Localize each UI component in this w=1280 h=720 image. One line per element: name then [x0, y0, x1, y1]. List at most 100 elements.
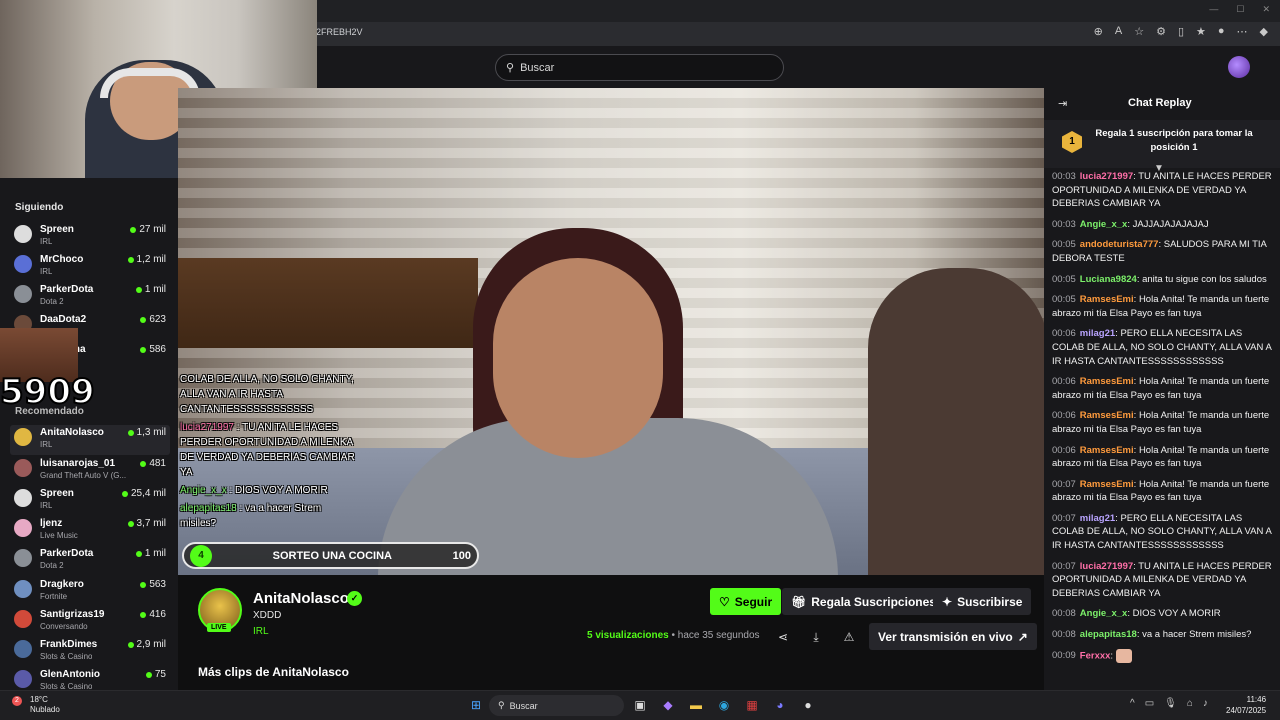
live-dot-icon: [135, 550, 142, 557]
taskbar-apps[interactable]: ▣ ◆ ▬ ◉ ▦ ◕ ●: [630, 696, 818, 714]
favorites-icon[interactable]: ★: [1196, 25, 1206, 38]
live-dot-icon: [127, 256, 134, 263]
collapse-chat-icon[interactable]: ⇥: [1058, 97, 1067, 110]
url-text[interactable]: 2FREBH2V: [316, 27, 363, 37]
channel-name: FrankDimes: [40, 639, 98, 650]
streamer-name[interactable]: AnitaNolasco: [253, 590, 349, 607]
channel-name: Santigrizas19: [40, 609, 105, 620]
red-app-icon[interactable]: ▦: [742, 696, 762, 714]
channel-name: GlenAntonio: [40, 669, 100, 680]
avatar: [14, 285, 32, 303]
viewer-count: 2,9 mil: [127, 639, 166, 650]
live-dot-icon: [130, 226, 137, 233]
read-aloud-icon[interactable]: A: [1115, 25, 1122, 38]
chat-message: 00:06 RamsesEmi: Hola Anita! Te manda un …: [1052, 376, 1270, 401]
sidebar-item-anitanolasco[interactable]: AnitaNolasco IRL 1,3 mil: [10, 425, 170, 455]
channel-name: Dragkero: [40, 579, 84, 590]
task-view-icon[interactable]: ▣: [630, 696, 650, 714]
overlay-chat-message: COLAB DE ALLA, NO SOLO CHANTY, ALLA VAN …: [180, 374, 354, 415]
copilot-app-icon[interactable]: ◆: [658, 696, 678, 714]
avatar: [14, 549, 32, 567]
volume-icon[interactable]: ♪: [1203, 698, 1208, 709]
profile-icon[interactable]: ●: [1218, 25, 1225, 38]
search-icon: ⚲: [498, 700, 505, 710]
channel-category: IRL: [40, 267, 53, 276]
extensions-icon[interactable]: ⚙: [1156, 25, 1166, 38]
category-link[interactable]: IRL: [253, 626, 269, 637]
taskbar-start[interactable]: ⊞: [466, 696, 486, 714]
favorite-star-icon[interactable]: ☆: [1134, 25, 1144, 38]
gift-subs-button[interactable]: 🎁︎ Regala Suscripciones: [782, 588, 945, 615]
sidebar-item-santigrizas19[interactable]: Santigrizas19 Conversando 416: [10, 607, 170, 637]
weather-icon[interactable]: 2: [12, 696, 22, 706]
maximize-icon[interactable]: ☐: [1236, 4, 1244, 15]
sidebar-item-ljenz[interactable]: ljenz Live Music 3,7 mil: [10, 516, 170, 546]
live-dot-icon: [135, 286, 142, 293]
user-avatar[interactable]: [1228, 56, 1250, 78]
file-explorer-icon[interactable]: ▬: [686, 696, 706, 714]
close-icon[interactable]: ✕: [1262, 4, 1270, 15]
search-placeholder: Buscar: [520, 61, 555, 74]
search-input[interactable]: ⚲ Buscar: [495, 54, 784, 81]
avatar: [14, 519, 32, 537]
sidebar-item-dragkero[interactable]: Dragkero Fortnite 563: [10, 577, 170, 607]
live-dot-icon: [127, 429, 134, 436]
sidebar-item-mrchoco[interactable]: MrChoco IRL 1,2 mil: [10, 252, 170, 282]
follow-button[interactable]: ♡ Seguir: [710, 588, 782, 615]
network-icon[interactable]: ⌂: [1187, 698, 1193, 709]
watch-live-button[interactable]: Ver transmisión en vivo ↗: [869, 623, 1037, 650]
chat-message: 00:07 lucia271997: TU ANITA LE HACES PERD…: [1052, 560, 1272, 599]
copilot-icon[interactable]: ◆: [1260, 25, 1268, 38]
viewer-count: 1 mil: [135, 548, 166, 559]
download-icon[interactable]: ⤓: [804, 627, 828, 647]
star-icon: ✦: [942, 594, 953, 609]
sidebar-item-parkerdota-rec[interactable]: ParkerDota Dota 2 1 mil: [10, 546, 170, 576]
sidebar-item-frankdimes[interactable]: FrankDimes Slots & Casino 2,9 mil: [10, 637, 170, 667]
system-tray[interactable]: ^ ▭ 🎙︎ ⌂ ♪: [1130, 698, 1208, 709]
live-dot-icon: [140, 611, 147, 618]
overlay-counter: 5909: [0, 371, 96, 413]
emote-icon: [1115, 648, 1132, 663]
window-controls[interactable]: — ☐ ✕: [1209, 4, 1270, 15]
live-dot-icon: [127, 520, 134, 527]
sidebar-item-glenantonio[interactable]: GlenAntonio Slots & Casino 75: [10, 667, 170, 690]
sidebar-item-spreen[interactable]: Spreen IRL 27 mil: [10, 222, 170, 252]
windows-start-icon[interactable]: ⊞: [466, 696, 486, 714]
channel-category: IRL: [40, 237, 53, 246]
chevron-up-icon[interactable]: ^: [1130, 698, 1135, 709]
chat-message: 00:09 Ferxxx:: [1052, 648, 1274, 663]
obs-icon[interactable]: ●: [798, 696, 818, 714]
weather-widget[interactable]: 18°C Nublado: [30, 695, 60, 715]
minimize-icon[interactable]: —: [1209, 4, 1218, 15]
channel-category: Slots & Casino: [40, 682, 93, 690]
share-icon[interactable]: ⋖: [771, 627, 795, 647]
zoom-icon[interactable]: ⊕: [1094, 25, 1103, 38]
edge-browser-icon[interactable]: ◉: [714, 696, 734, 714]
taskbar-search[interactable]: ⚲ Buscar: [489, 695, 624, 716]
more-options-icon[interactable]: ⋯: [1237, 25, 1248, 38]
viewer-count: 563: [140, 579, 166, 590]
following-title: Siguiendo: [15, 202, 64, 213]
channel-name: AnitaNolasco: [40, 427, 104, 438]
sidebar-item-parkerdota[interactable]: ParkerDota Dota 2 1 mil: [10, 282, 170, 312]
subscribe-button[interactable]: ✦ Suscribirse: [933, 588, 1032, 615]
channel-name: luisanarojas_01: [40, 458, 116, 469]
channel-category: Fortnite: [40, 592, 68, 601]
sidebar-item-luisanarojas[interactable]: luisanarojas_01 Grand Theft Auto V (G...…: [10, 456, 170, 486]
external-link-icon: ↗: [1017, 629, 1028, 644]
split-screen-icon[interactable]: ▯: [1178, 25, 1184, 38]
live-dot-icon: [140, 346, 147, 353]
taskbar-clock[interactable]: 11:46 24/07/2025: [1226, 694, 1266, 716]
viewer-count: 416: [140, 609, 166, 620]
discord-icon[interactable]: ◕: [770, 696, 790, 714]
battery-icon[interactable]: ▭: [1145, 698, 1154, 709]
browser-toolbar-icons[interactable]: ⊕ A ☆ ⚙ ▯ ★ ● ⋯ ◆: [1094, 25, 1268, 38]
microphone-icon[interactable]: 🎙︎: [1164, 698, 1177, 709]
viewer-count: 25,4 mil: [121, 488, 166, 499]
sidebar-item-spreen-rec[interactable]: Spreen IRL 25,4 mil: [10, 486, 170, 516]
viewer-count: 1 mil: [135, 284, 166, 295]
channel-name: ljenz: [40, 518, 63, 529]
viewer-count: 75: [145, 669, 166, 680]
report-icon[interactable]: ⚠: [837, 627, 861, 647]
channel-category: Slots & Casino: [40, 652, 93, 661]
